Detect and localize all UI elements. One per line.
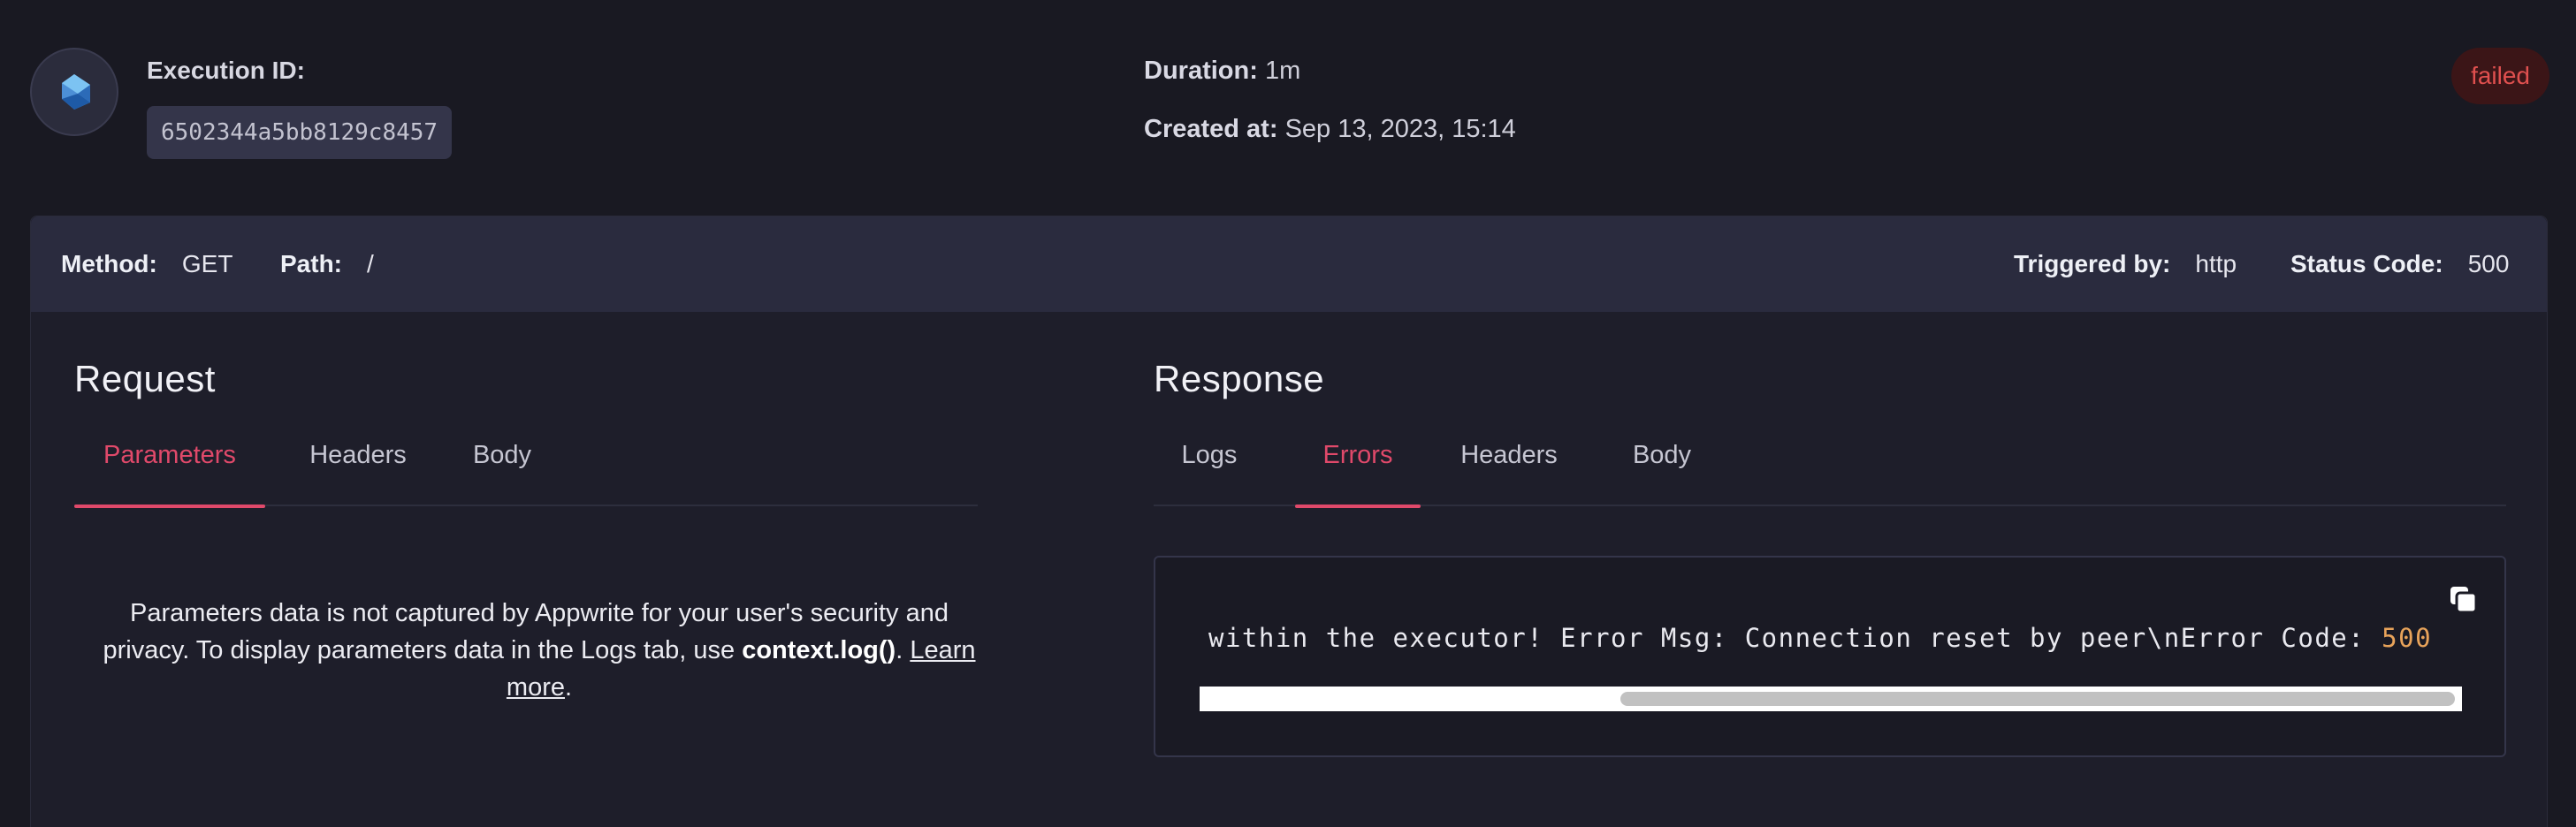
execution-header: Execution ID: 6502344a5bb8129c8457 Durat… — [0, 0, 2576, 212]
duration: Duration: 1m — [1144, 57, 1300, 86]
response-tabs: Logs Errors Headers Body — [1154, 421, 2506, 508]
path-value: / — [367, 250, 374, 277]
duration-label: Duration: — [1144, 57, 1258, 85]
error-output-box: within the executor! Error Msg: Connecti… — [1154, 556, 2506, 757]
status-code-label: Status Code: — [2290, 250, 2443, 277]
execution-id-label: Execution ID: — [147, 57, 305, 84]
triggered-by-label: Triggered by: — [2014, 250, 2171, 277]
error-code-number: 500 — [2382, 623, 2433, 653]
duration-value: 1m — [1264, 57, 1301, 85]
path: Path: / — [280, 216, 374, 312]
method-label: Method: — [61, 250, 157, 277]
horizontal-scrollbar[interactable] — [1200, 687, 2462, 711]
request-title: Request — [74, 358, 216, 399]
tab-errors[interactable]: Errors — [1295, 421, 1421, 508]
request-tabs: Parameters Headers Body — [74, 421, 978, 508]
error-message: within the executor! Error Msg: Connecti… — [1208, 623, 2382, 653]
tab-logs[interactable]: Logs — [1154, 421, 1265, 506]
created-at: Created at: Sep 13, 2023, 15:14 — [1144, 115, 1516, 144]
dart-logo-icon — [30, 48, 118, 136]
tab-body[interactable]: Body — [449, 421, 555, 506]
method: Method: GET — [61, 216, 232, 312]
scrollbar-thumb[interactable] — [1620, 692, 2455, 706]
tab-parameters[interactable]: Parameters — [74, 421, 265, 508]
error-output-text: within the executor! Error Msg: Connecti… — [1208, 623, 2432, 653]
tab-response-headers[interactable]: Headers — [1440, 421, 1578, 506]
tab-response-body[interactable]: Body — [1604, 421, 1719, 506]
path-label: Path: — [280, 250, 342, 277]
parameters-message: Parameters data is not captured by Appwr… — [102, 595, 977, 706]
status-badge: failed — [2451, 48, 2549, 104]
execution-details-page: Execution ID: 6502344a5bb8129c8457 Durat… — [0, 0, 2576, 827]
status-code-value: 500 — [2467, 250, 2510, 277]
tab-headers[interactable]: Headers — [292, 421, 424, 506]
message-separator: . — [896, 636, 911, 664]
execution-id-value[interactable]: 6502344a5bb8129c8457 — [147, 106, 453, 159]
copy-icon[interactable] — [2446, 582, 2481, 618]
execution-card: Method: GET Path: / Triggered by: http Stat… — [30, 216, 2548, 827]
status-code: Status Code: 500 — [2290, 216, 2509, 312]
created-at-label: Created at: — [1144, 115, 1278, 143]
response-title: Response — [1154, 358, 1325, 399]
context-log-code: context.log() — [742, 636, 896, 664]
created-at-value: Sep 13, 2023, 15:14 — [1284, 115, 1516, 143]
triggered-by-value: http — [2195, 250, 2237, 277]
triggered-by: Triggered by: http — [2014, 216, 2237, 312]
method-value: GET — [181, 250, 233, 277]
message-end: . — [565, 673, 573, 702]
execution-info-bar: Method: GET Path: / Triggered by: http Stat… — [31, 216, 2547, 312]
